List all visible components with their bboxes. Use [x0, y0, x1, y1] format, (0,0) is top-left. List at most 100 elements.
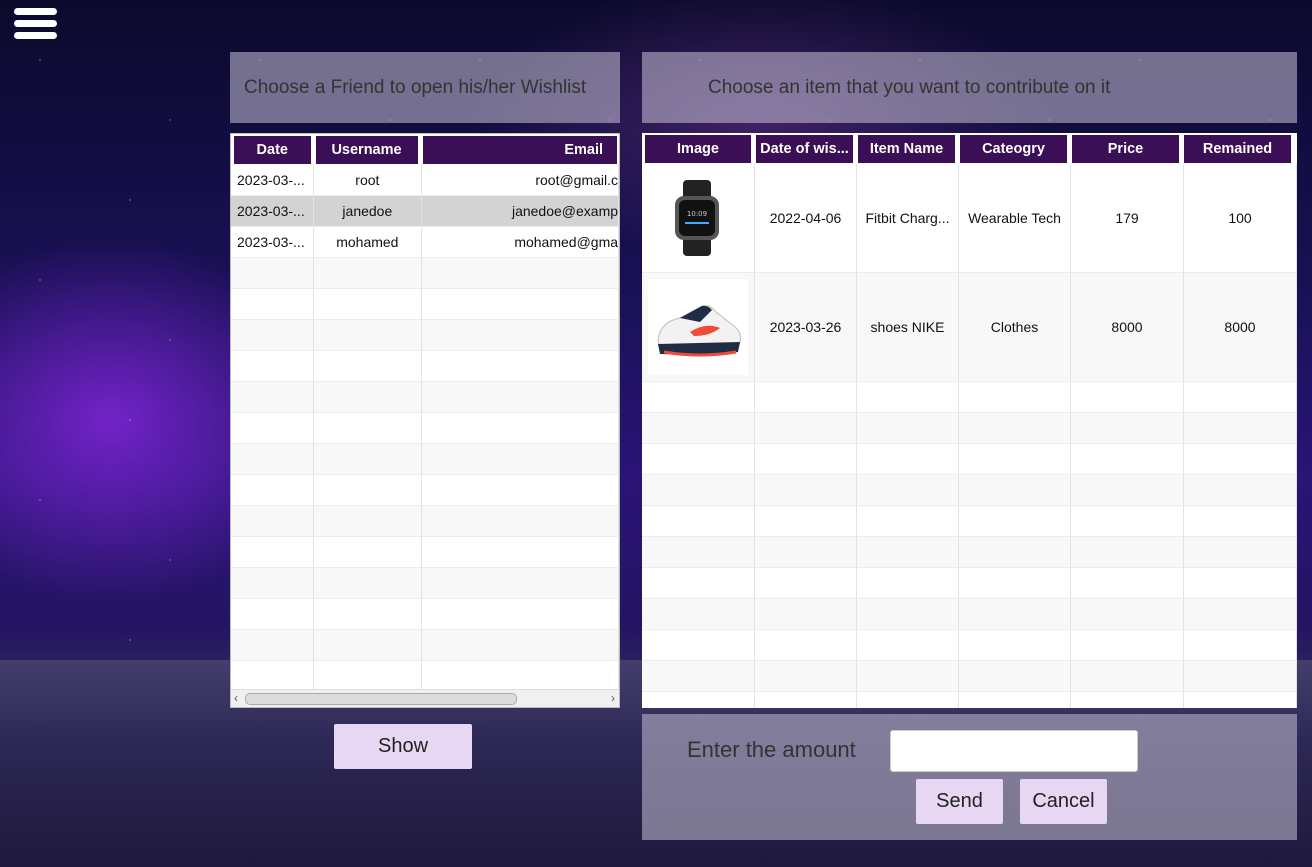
friend-cell-email: [422, 320, 619, 350]
empty-cell: [1184, 444, 1297, 474]
empty-cell: [642, 475, 755, 505]
empty-cell: [857, 382, 959, 412]
column-header-price[interactable]: Price: [1072, 135, 1179, 163]
empty-cell: [755, 630, 857, 660]
scroll-right-icon[interactable]: ›: [611, 691, 615, 705]
empty-cell: [1184, 630, 1297, 660]
empty-cell: [642, 568, 755, 598]
empty-row: [642, 413, 1297, 444]
friend-row[interactable]: 2023-03-... mohamed mohamed@gma: [231, 227, 619, 258]
item-image-cell: [642, 273, 755, 381]
empty-row: [642, 475, 1297, 506]
friend-cell-username: [314, 661, 423, 691]
item-cell-item-name: shoes NIKE: [857, 273, 959, 381]
item-cell-remained: 100: [1184, 164, 1297, 272]
empty-cell: [1184, 413, 1297, 443]
empty-cell: [642, 444, 755, 474]
empty-cell: [1071, 661, 1184, 691]
empty-cell: [755, 382, 857, 412]
column-header-remained[interactable]: Remained: [1184, 135, 1291, 163]
empty-row: [642, 537, 1297, 568]
empty-row: [231, 568, 619, 599]
friend-cell-username: [314, 413, 423, 443]
friend-cell-email: [422, 289, 619, 319]
empty-cell: [959, 506, 1071, 536]
empty-cell: [1071, 444, 1184, 474]
friend-cell-date: [231, 475, 314, 505]
friend-row[interactable]: 2023-03-... root root@gmail.c: [231, 165, 619, 196]
friends-panel-title: Choose a Friend to open his/her Wishlist: [244, 76, 587, 98]
friend-cell-username: [314, 320, 423, 350]
empty-cell: [857, 599, 959, 629]
column-header-email[interactable]: Email: [422, 136, 618, 164]
item-cell-date: 2022-04-06: [755, 164, 857, 272]
friend-cell-date: [231, 506, 314, 536]
hamburger-menu-icon[interactable]: [14, 8, 57, 44]
empty-cell: [857, 692, 959, 708]
empty-row: [231, 630, 619, 661]
friend-cell-email: [422, 475, 619, 505]
empty-cell: [642, 537, 755, 567]
friend-cell-date: [231, 537, 314, 567]
smartwatch-image: 10:09: [648, 170, 748, 266]
friend-cell-email: mohamed@gma: [422, 227, 619, 257]
empty-cell: [1184, 692, 1297, 708]
empty-cell: [642, 692, 755, 708]
empty-cell: [1184, 537, 1297, 567]
column-header-date-of-wish[interactable]: Date of wis...: [756, 135, 853, 163]
friend-cell-email: [422, 661, 619, 691]
empty-cell: [642, 413, 755, 443]
empty-cell: [1071, 413, 1184, 443]
friend-cell-email: [422, 630, 619, 660]
friend-cell-date: [231, 382, 314, 412]
column-header-category[interactable]: Cateogry: [960, 135, 1067, 163]
friend-cell-username: mohamed: [314, 227, 423, 257]
empty-row: [231, 289, 619, 320]
empty-cell: [755, 661, 857, 691]
scrollbar-thumb[interactable]: [245, 693, 517, 705]
empty-cell: [1071, 630, 1184, 660]
empty-cell: [959, 661, 1071, 691]
column-header-date[interactable]: Date: [234, 136, 311, 164]
empty-cell: [1071, 475, 1184, 505]
item-cell-item-name: Fitbit Charg...: [857, 164, 959, 272]
empty-cell: [755, 506, 857, 536]
friend-cell-username: [314, 630, 423, 660]
amount-input[interactable]: [890, 730, 1138, 772]
friend-cell-username: [314, 506, 423, 536]
items-table[interactable]: Image Date of wis... Item Name Cateogry …: [642, 133, 1297, 708]
empty-row: [231, 475, 619, 506]
item-cell-price: 8000: [1071, 273, 1184, 381]
empty-cell: [642, 630, 755, 660]
horizontal-scrollbar[interactable]: ‹ ›: [231, 689, 619, 707]
empty-row: [642, 568, 1297, 599]
show-button[interactable]: Show: [334, 724, 472, 769]
column-header-item-name[interactable]: Item Name: [858, 135, 955, 163]
friend-cell-username: [314, 351, 423, 381]
empty-row: [231, 258, 619, 289]
send-button[interactable]: Send: [916, 779, 1003, 824]
friend-cell-username: [314, 568, 423, 598]
scroll-left-icon[interactable]: ‹: [234, 691, 238, 705]
friend-cell-date: [231, 599, 314, 629]
cancel-button[interactable]: Cancel: [1020, 779, 1107, 824]
friend-cell-username: root: [314, 165, 423, 195]
friend-cell-username: janedoe: [314, 196, 423, 226]
column-header-username[interactable]: Username: [315, 136, 418, 164]
friend-row[interactable]: 2023-03-... janedoe janedoe@examp: [231, 196, 619, 227]
friends-table[interactable]: Date Username Email 2023-03-... root root@…: [230, 133, 620, 708]
item-cell-price: 179: [1071, 164, 1184, 272]
friend-cell-date: [231, 568, 314, 598]
empty-row: [642, 382, 1297, 413]
empty-row: [231, 661, 619, 692]
empty-cell: [857, 444, 959, 474]
friend-cell-email: janedoe@examp: [422, 196, 619, 226]
item-row[interactable]: 10:09 2022-04-06 Fitbit Charg... Wearable T…: [642, 164, 1297, 273]
empty-cell: [642, 382, 755, 412]
column-header-image[interactable]: Image: [645, 135, 751, 163]
friend-cell-date: [231, 413, 314, 443]
item-row[interactable]: 2023-03-26 shoes NIKE Clothes 8000 8000: [642, 273, 1297, 382]
empty-cell: [642, 599, 755, 629]
items-table-header: Image Date of wis... Item Name Cateogry …: [642, 133, 1297, 164]
friend-cell-date: [231, 444, 314, 474]
